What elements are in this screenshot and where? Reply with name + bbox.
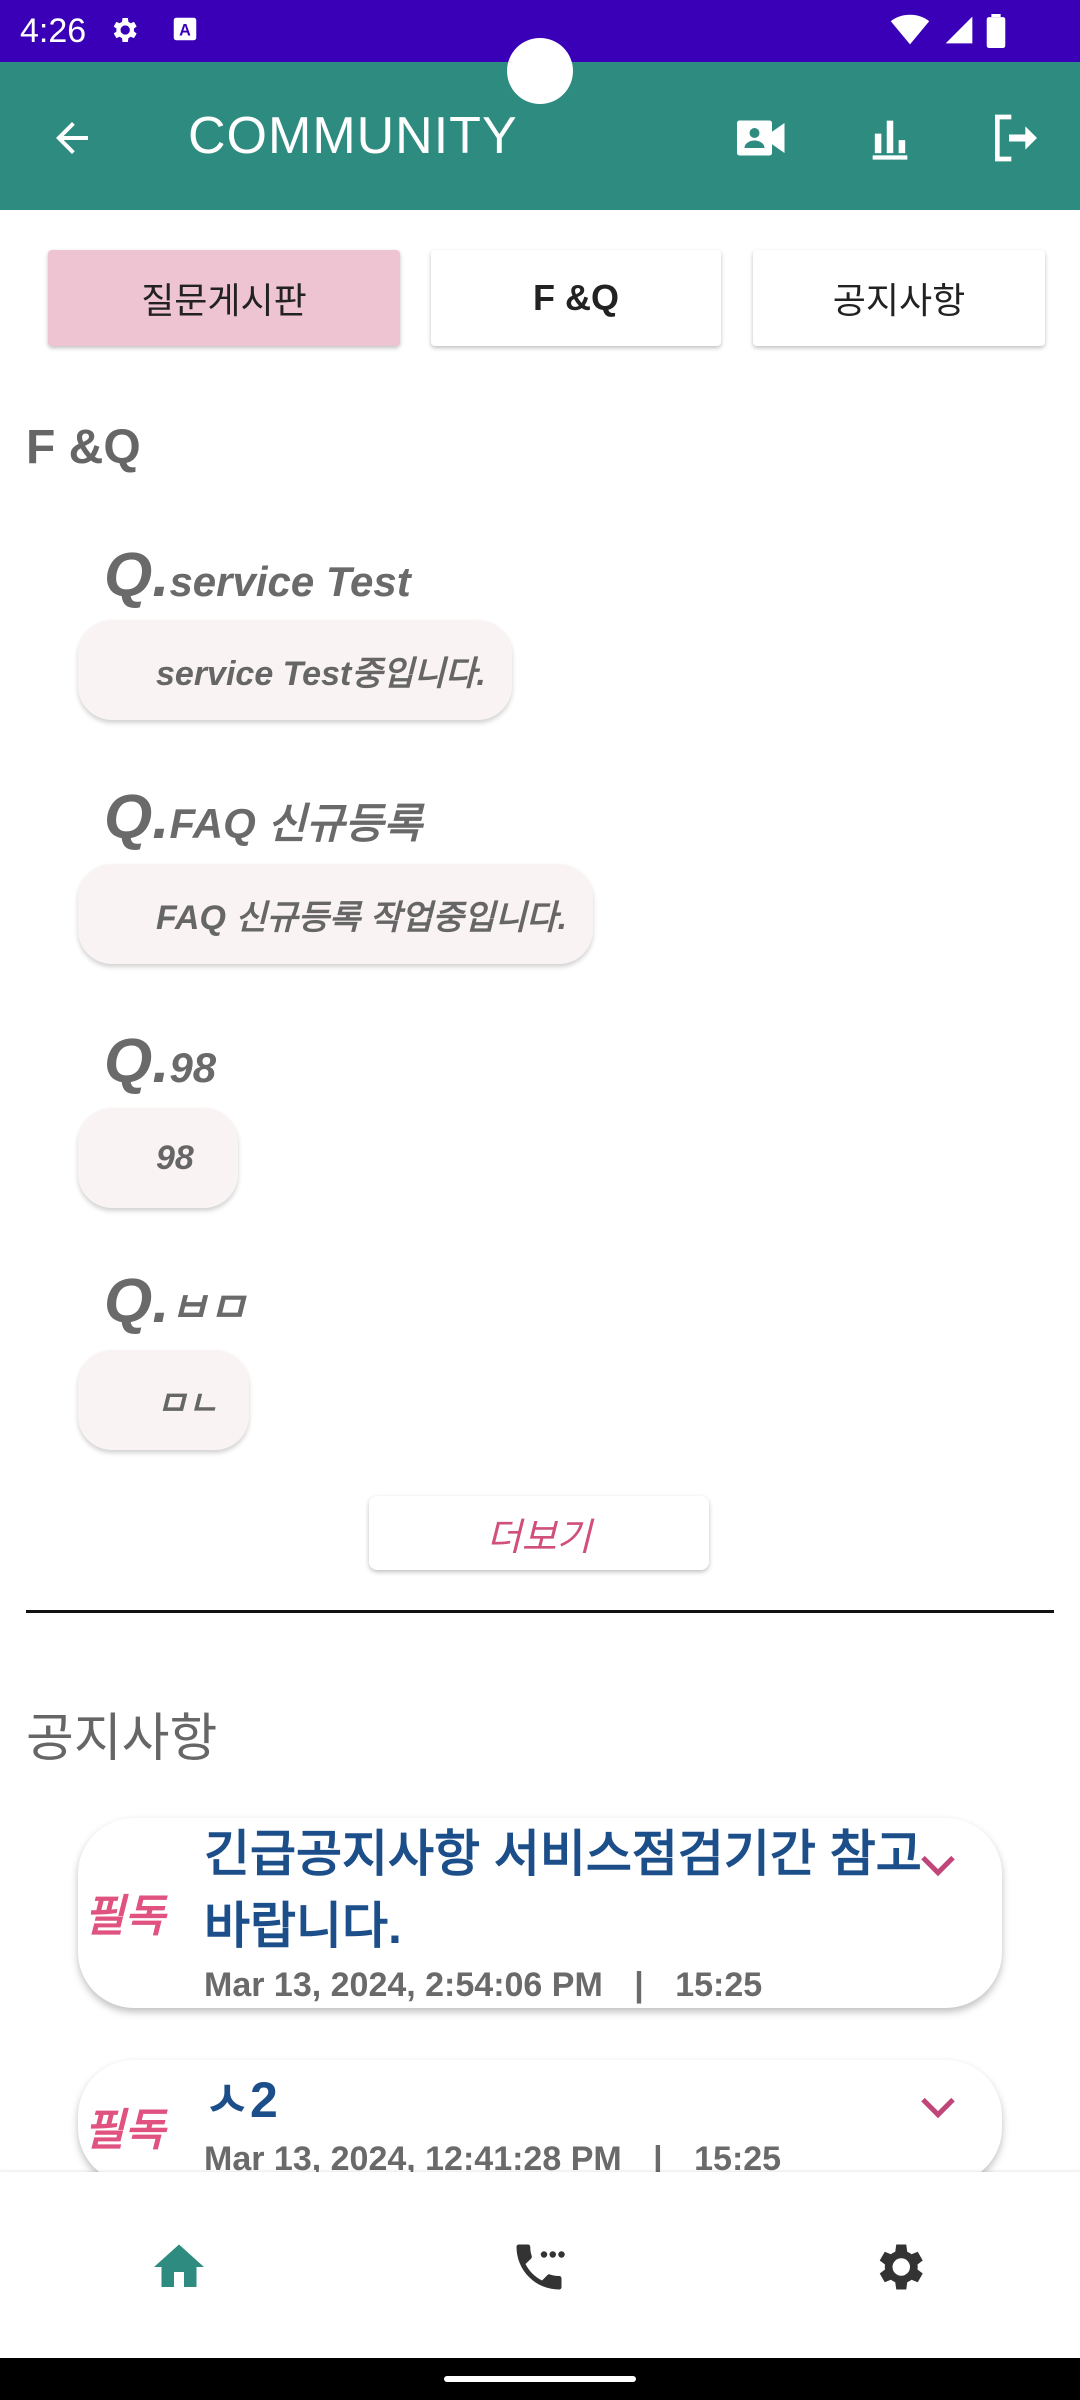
- settings-icon: [879, 2244, 923, 2290]
- app-a-status-icon: A: [170, 14, 202, 46]
- notice-card[interactable]: 필독 ㅅ2 Mar 13, 2024, 12:41:28 PM | 15:25: [78, 2060, 1002, 2184]
- faq-answer[interactable]: 98: [78, 1108, 238, 1208]
- home-icon: [154, 2244, 204, 2287]
- back-button[interactable]: [36, 102, 108, 174]
- more-button[interactable]: 더보기: [369, 1496, 709, 1570]
- gesture-navigation-bar: [0, 2358, 1080, 2400]
- faq-answer[interactable]: ㅁㄴ: [78, 1350, 249, 1450]
- svg-text:A: A: [179, 21, 191, 39]
- phone-icon: [516, 2244, 565, 2290]
- chevron-down-icon[interactable]: [918, 1852, 958, 1880]
- bottom-navigation: [0, 2172, 1080, 2358]
- cellular-signal-icon: [942, 14, 976, 46]
- tab-question-board[interactable]: 질문게시판: [48, 250, 400, 346]
- video-call-icon: [737, 120, 785, 156]
- notice-title: 긴급공지사항 서비스점검기간 참고바랍니다.: [204, 1826, 922, 1954]
- wifi-icon: [890, 14, 930, 46]
- faq-question-text: service Test: [169, 558, 411, 605]
- notice-card[interactable]: 필독 긴급공지사항 서비스점검기간 참고바랍니다. Mar 13, 2024, …: [78, 1818, 1002, 2008]
- faq-answer[interactable]: FAQ 신규등록 작업중입니다.: [78, 864, 594, 964]
- faq-question-text: FAQ 신규등록: [169, 800, 423, 847]
- faq-question-text: ㅂㅁ: [169, 1284, 247, 1331]
- notices-section-title: 공지사항: [26, 1710, 218, 1768]
- faq-question-text: 98: [169, 1044, 217, 1091]
- battery-icon: [986, 14, 1006, 48]
- arrow-back-icon: [56, 122, 88, 154]
- faq-answer[interactable]: service Test중입니다.: [78, 620, 512, 720]
- bar-chart-icon: [872, 120, 908, 160]
- q-prefix: Q.: [104, 783, 170, 852]
- q-prefix: Q.: [104, 1027, 170, 1096]
- logout-button[interactable]: [980, 102, 1052, 174]
- status-time: 4:26: [20, 12, 87, 50]
- settings-status-icon: [108, 14, 140, 46]
- chevron-down-icon[interactable]: [918, 2094, 958, 2122]
- q-prefix: Q.: [104, 541, 170, 610]
- notice-time: 15:25: [675, 1966, 763, 2004]
- notice-title: ㅅ2: [204, 2072, 278, 2128]
- must-read-badge: 필독: [84, 1892, 165, 1941]
- notice-date: Mar 13, 2024, 2:54:06 PM: [204, 1966, 603, 2004]
- home-gesture-handle[interactable]: [444, 2376, 636, 2382]
- nav-settings[interactable]: [854, 2222, 944, 2312]
- faq-question: Q.98: [104, 1026, 216, 1097]
- nav-home[interactable]: [134, 2222, 224, 2312]
- section-divider: [26, 1610, 1054, 1613]
- faq-question: Q.FAQ 신규등록: [104, 782, 422, 853]
- meta-separator: |: [634, 1966, 644, 2004]
- notice-meta: Mar 13, 2024, 2:54:06 PM | 15:25: [204, 1966, 762, 2005]
- statistics-button[interactable]: [854, 102, 926, 174]
- video-call-button[interactable]: [726, 102, 798, 174]
- faq-section-title: F &Q: [26, 421, 141, 474]
- nav-phone[interactable]: [494, 2222, 584, 2312]
- tab-notices[interactable]: 공지사항: [753, 250, 1045, 346]
- page-title: COMMUNITY: [188, 107, 518, 165]
- logout-icon: [995, 114, 1037, 162]
- faq-question: Q.ㅂㅁ: [104, 1266, 247, 1337]
- faq-question: Q.service Test: [104, 540, 411, 611]
- tab-faq[interactable]: F &Q: [431, 250, 721, 346]
- camera-cutout: [507, 38, 573, 104]
- q-prefix: Q.: [104, 1267, 170, 1336]
- must-read-badge: 필독: [84, 2106, 165, 2155]
